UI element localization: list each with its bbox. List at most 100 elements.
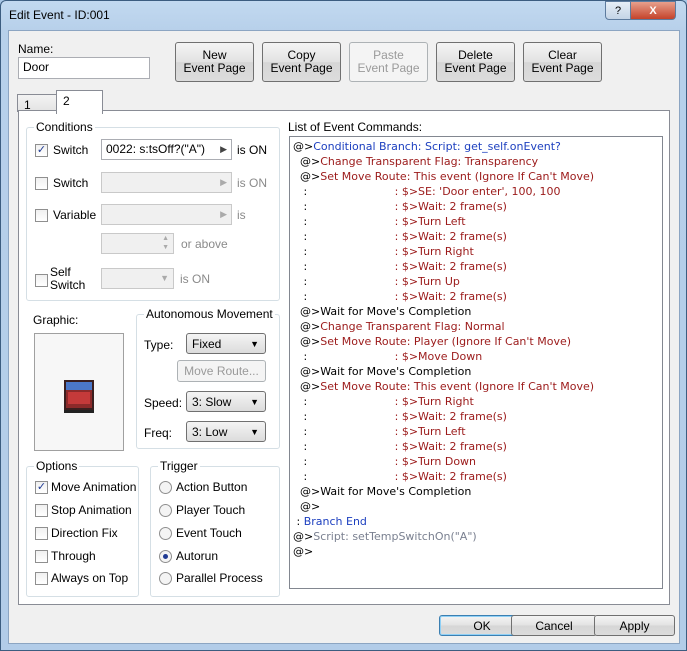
command-prefix: @> <box>293 545 314 558</box>
command-prefix: : <box>293 395 308 408</box>
spin-down-icon: ▼ <box>162 244 169 251</box>
command-row[interactable]: @>Script: setTempSwitchOn("A") <box>293 529 477 544</box>
command-text: Script: setTempSwitchOn("A") <box>313 530 477 543</box>
command-text: Wait for Move's Completion <box>320 365 472 378</box>
command-text: : $>Turn Up <box>307 275 460 288</box>
move-animation-checkbox[interactable]: ✓ <box>35 481 48 494</box>
command-text: : $>Wait: 2 frame(s) <box>307 290 507 303</box>
command-prefix: @> <box>293 305 321 318</box>
command-prefix: : <box>293 230 308 243</box>
edit-event-window: Edit Event - ID:001 ? X Name: Door New Ev… <box>0 0 687 651</box>
speed-dropdown[interactable]: 3: Slow ▼ <box>186 391 266 412</box>
variable-value-spinner[interactable]: ▲ ▼ <box>101 233 174 254</box>
parallel-process-radio[interactable] <box>159 572 172 585</box>
command-row[interactable]: @> <box>293 499 320 514</box>
move-route-button[interactable]: Move Route... <box>177 360 266 382</box>
self-switch-selector[interactable]: ▼ <box>101 268 174 289</box>
event-touch-radio[interactable] <box>159 527 172 540</box>
command-row[interactable]: : : $>Turn Left <box>293 214 465 229</box>
command-row[interactable]: @>Wait for Move's Completion <box>293 484 471 499</box>
command-text: : $>Turn Down <box>307 455 477 468</box>
autonomous-movement-group: Autonomous Movement Type: Fixed ▼ Move Ro… <box>136 307 280 449</box>
command-row[interactable]: @>Wait for Move's Completion <box>293 304 471 319</box>
command-prefix: : <box>293 185 308 198</box>
switch1-checkbox[interactable]: ✓ <box>35 144 48 157</box>
command-row[interactable]: : Branch End <box>293 514 366 529</box>
new-event-page-button[interactable]: New Event Page <box>175 42 254 82</box>
direction-fix-checkbox[interactable] <box>35 527 48 540</box>
command-row[interactable]: : : $>Wait: 2 frame(s) <box>293 259 506 274</box>
command-row[interactable]: : : $>Turn Down <box>293 454 476 469</box>
graphic-preview[interactable] <box>34 333 124 451</box>
command-row[interactable]: : : $>Move Down <box>293 349 482 364</box>
command-row[interactable]: : : $>Turn Up <box>293 274 460 289</box>
command-prefix: : <box>293 515 304 528</box>
command-text: Change Transparent Flag: Transparency <box>320 155 539 168</box>
tab-page-2[interactable]: 2 <box>56 90 103 114</box>
help-button[interactable]: ? <box>605 1 631 20</box>
delete-event-page-button[interactable]: Delete Event Page <box>436 42 515 82</box>
command-row[interactable]: : : $>Turn Right <box>293 244 473 259</box>
action-button-radio[interactable] <box>159 481 172 494</box>
paste-event-page-button[interactable]: Paste Event Page <box>349 42 428 82</box>
name-field[interactable]: Door <box>18 57 150 79</box>
always-on-top-checkbox[interactable] <box>35 572 48 585</box>
title-bar[interactable]: Edit Event - ID:001 ? X <box>1 1 686 31</box>
through-label: Through <box>51 549 96 563</box>
autorun-radio[interactable] <box>159 550 172 563</box>
command-row[interactable]: @>Set Move Route: Player (Ignore If Can'… <box>293 334 571 349</box>
command-row[interactable]: @>Change Transparent Flag: Normal <box>293 319 505 334</box>
command-row[interactable]: @> <box>293 544 313 559</box>
autonomous-movement-title: Autonomous Movement <box>144 307 275 321</box>
paste-event-page-label-2: Event Page <box>357 61 420 75</box>
command-text: Change Transparent Flag: Normal <box>320 320 505 333</box>
cancel-button[interactable]: Cancel <box>511 615 597 636</box>
stop-animation-label: Stop Animation <box>51 503 132 517</box>
chevron-right-icon: ▶ <box>220 144 227 154</box>
copy-event-page-label-2: Event Page <box>270 61 333 75</box>
command-row[interactable]: : : $>Wait: 2 frame(s) <box>293 439 506 454</box>
through-checkbox[interactable] <box>35 550 48 563</box>
player-touch-radio[interactable] <box>159 504 172 517</box>
type-label: Type: <box>144 338 174 352</box>
command-row[interactable]: @>Change Transparent Flag: Transparency <box>293 154 538 169</box>
copy-event-page-button[interactable]: Copy Event Page <box>262 42 341 82</box>
command-row[interactable]: : : $>SE: 'Door enter', 100, 100 <box>293 184 560 199</box>
command-prefix: : <box>293 470 308 483</box>
command-text: : $>Turn Right <box>307 395 474 408</box>
delete-event-page-label-2: Event Page <box>444 61 507 75</box>
command-row[interactable]: : : $>Wait: 2 frame(s) <box>293 469 507 484</box>
options-group: Options ✓ Move Animation Stop Animation … <box>26 459 139 597</box>
type-dropdown[interactable]: Fixed ▼ <box>186 333 266 354</box>
new-event-page-label-2: Event Page <box>183 61 246 75</box>
command-row[interactable]: : : $>Turn Right <box>293 394 474 409</box>
trigger-group: Trigger Action Button Player Touch Event… <box>150 459 280 597</box>
switch2-checkbox[interactable] <box>35 177 48 190</box>
freq-dropdown[interactable]: 3: Low ▼ <box>186 421 266 442</box>
command-row[interactable]: @>Conditional Branch: Script: get_self.o… <box>293 139 561 154</box>
switch2-selector[interactable]: ▶ <box>101 172 232 193</box>
command-row[interactable]: : : $>Wait: 2 frame(s) <box>293 199 506 214</box>
command-row[interactable]: @>Set Move Route: This event (Ignore If … <box>293 169 594 184</box>
event-commands-list[interactable]: @>Conditional Branch: Script: get_self.o… <box>289 136 663 589</box>
window-title: Edit Event - ID:001 <box>9 8 110 22</box>
command-row[interactable]: : : $>Wait: 2 frame(s) <box>293 229 506 244</box>
dialog-client: Name: Door New Event Page Copy Event Page … <box>8 30 680 644</box>
close-button[interactable]: X <box>630 1 676 20</box>
stop-animation-checkbox[interactable] <box>35 504 48 517</box>
clear-event-page-button[interactable]: Clear Event Page <box>523 42 602 82</box>
command-row[interactable]: : : $>Wait: 2 frame(s) <box>293 289 507 304</box>
variable-checkbox[interactable] <box>35 209 48 222</box>
command-text: : $>Wait: 2 frame(s) <box>307 410 507 423</box>
self-switch-checkbox[interactable] <box>35 274 48 287</box>
command-row[interactable]: @>Wait for Move's Completion <box>293 364 471 379</box>
command-text: : $>Wait: 2 frame(s) <box>307 470 507 483</box>
command-row[interactable]: @>Set Move Route: This event (Ignore If … <box>293 379 594 394</box>
variable-above-label: or above <box>181 237 228 251</box>
switch1-label: Switch <box>53 143 89 157</box>
command-row[interactable]: : : $>Wait: 2 frame(s) <box>293 409 507 424</box>
command-row[interactable]: : : $>Turn Left <box>293 424 465 439</box>
switch1-selector[interactable]: 0022: s:tsOff?("A") ▶ <box>101 139 232 160</box>
variable-selector[interactable]: ▶ <box>101 204 232 225</box>
apply-button[interactable]: Apply <box>594 615 675 636</box>
